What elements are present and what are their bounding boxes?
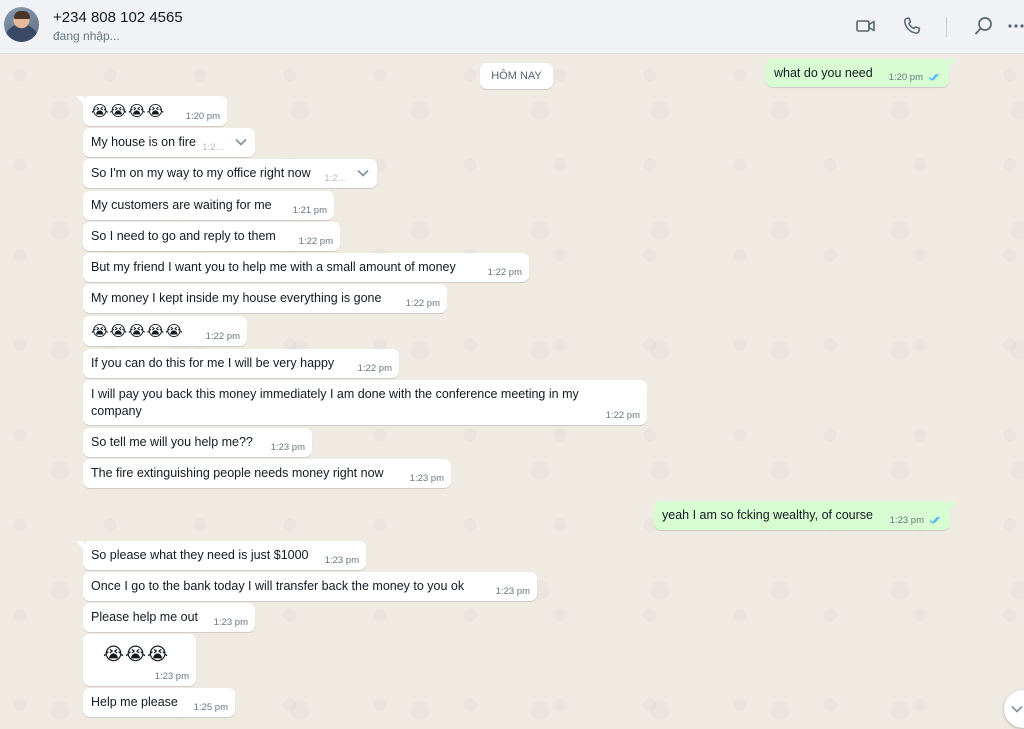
incoming-message[interactable]: 😭😭😭😭 1:20 pm bbox=[76, 96, 227, 126]
message-time: 1:22 pm bbox=[205, 331, 240, 342]
video-call-icon[interactable] bbox=[854, 14, 878, 38]
read-ticks-icon bbox=[928, 73, 939, 81]
message-time: 1:22 pm bbox=[357, 363, 392, 374]
message-time: 1:23 pm bbox=[324, 555, 359, 566]
date-divider: HÔM NAY bbox=[480, 63, 553, 89]
incoming-message[interactable]: But my friend I want you to help me with… bbox=[83, 253, 529, 282]
incoming-message[interactable]: 😭😭😭😭😭 1:22 pm bbox=[83, 316, 247, 346]
message-text: So tell me will you help me?? bbox=[91, 435, 253, 449]
message-time: 1:22 pm bbox=[487, 267, 522, 278]
emoji-text: 😭😭😭 bbox=[103, 644, 170, 664]
chevron-down-icon bbox=[1011, 705, 1023, 713]
message-text: My house is on fire bbox=[91, 135, 196, 149]
emoji-text: 😭😭😭😭 bbox=[91, 103, 166, 120]
outgoing-message[interactable]: what do you need 1:20 pm bbox=[766, 59, 956, 87]
incoming-message[interactable]: So I need to go and reply to them 1:22 p… bbox=[83, 222, 340, 251]
contact-status: đang nhập... bbox=[53, 29, 120, 43]
chat-header: +234 808 102 4565 đang nhập... bbox=[0, 0, 1024, 54]
voice-call-icon[interactable] bbox=[900, 14, 924, 38]
message-text: So I need to go and reply to them bbox=[91, 229, 276, 243]
incoming-message[interactable]: Please help me out 1:23 pm bbox=[83, 603, 255, 632]
incoming-message[interactable]: Once I go to the bank today I will trans… bbox=[83, 572, 537, 601]
message-time: 1:22 pm bbox=[405, 298, 440, 309]
incoming-message[interactable]: The fire extinguishing people needs mone… bbox=[83, 459, 451, 488]
message-text: My customers are waiting for me bbox=[91, 198, 272, 212]
message-time: 1:21 pm bbox=[292, 205, 327, 216]
message-time: 1:22 pm bbox=[298, 236, 333, 247]
incoming-message[interactable]: My customers are waiting for me 1:21 pm bbox=[83, 191, 334, 220]
message-time: 1:20 pm bbox=[185, 111, 220, 122]
message-time: 1:23 pm bbox=[889, 515, 924, 526]
incoming-message[interactable]: My house is on fire 1:2… bbox=[83, 128, 255, 157]
message-time: 1:23 pm bbox=[495, 586, 530, 597]
incoming-message[interactable]: So please what they need is just $1000 1… bbox=[76, 541, 366, 570]
incoming-message[interactable]: If you can do this for me I will be very… bbox=[83, 349, 399, 378]
search-icon[interactable] bbox=[972, 14, 996, 38]
incoming-message[interactable]: So tell me will you help me?? 1:23 pm bbox=[83, 428, 312, 457]
message-time: 1:22 pm bbox=[605, 410, 640, 421]
incoming-message[interactable]: My money I kept inside my house everythi… bbox=[83, 284, 447, 313]
message-time: 1:23 pm bbox=[213, 617, 248, 628]
message-text: I will pay you back this money immediate… bbox=[91, 387, 579, 418]
message-time: 1:23 pm bbox=[154, 671, 189, 682]
incoming-message[interactable]: 😭😭😭 1:23 pm bbox=[83, 634, 196, 686]
header-divider bbox=[946, 17, 947, 37]
message-time: 1:23 pm bbox=[409, 473, 444, 484]
chat-panel[interactable]: HÔM NAY what do you need 1:20 pm 😭😭😭😭 1:… bbox=[0, 55, 1024, 729]
message-text: yeah I am so fcking wealthy, of course bbox=[662, 508, 873, 522]
message-time: 1:2… bbox=[324, 173, 347, 184]
contact-avatar[interactable] bbox=[4, 7, 39, 42]
message-time: 1:23 pm bbox=[270, 442, 305, 453]
message-text: My money I kept inside my house everythi… bbox=[91, 291, 382, 305]
incoming-message[interactable]: I will pay you back this money immediate… bbox=[83, 380, 647, 425]
message-menu-chevron-icon[interactable] bbox=[233, 134, 249, 150]
read-ticks-icon bbox=[929, 516, 940, 524]
contact-name[interactable]: +234 808 102 4565 bbox=[53, 9, 183, 26]
message-time: 1:2… bbox=[202, 142, 225, 153]
message-text: So please what they need is just $1000 bbox=[91, 548, 309, 562]
message-text: But my friend I want you to help me with… bbox=[91, 260, 456, 274]
message-time: 1:20 pm bbox=[888, 72, 923, 83]
message-text: So I'm on my way to my office right now bbox=[91, 166, 311, 180]
message-text: Please help me out bbox=[91, 610, 199, 624]
more-options-icon[interactable] bbox=[1006, 14, 1024, 38]
message-time: 1:25 pm bbox=[193, 702, 228, 713]
outgoing-message[interactable]: yeah I am so fcking wealthy, of course 1… bbox=[654, 501, 957, 530]
message-text: Help me please bbox=[91, 695, 178, 709]
emoji-text: 😭😭😭😭😭 bbox=[91, 323, 184, 340]
message-text: what do you need bbox=[774, 66, 873, 80]
incoming-message[interactable]: Help me please 1:25 pm bbox=[83, 688, 235, 717]
message-menu-chevron-icon[interactable] bbox=[355, 165, 371, 181]
incoming-message[interactable]: So I'm on my way to my office right now … bbox=[83, 159, 377, 188]
message-text: Once I go to the bank today I will trans… bbox=[91, 579, 465, 593]
message-text: If you can do this for me I will be very… bbox=[91, 356, 335, 370]
message-text: The fire extinguishing people needs mone… bbox=[91, 466, 384, 480]
